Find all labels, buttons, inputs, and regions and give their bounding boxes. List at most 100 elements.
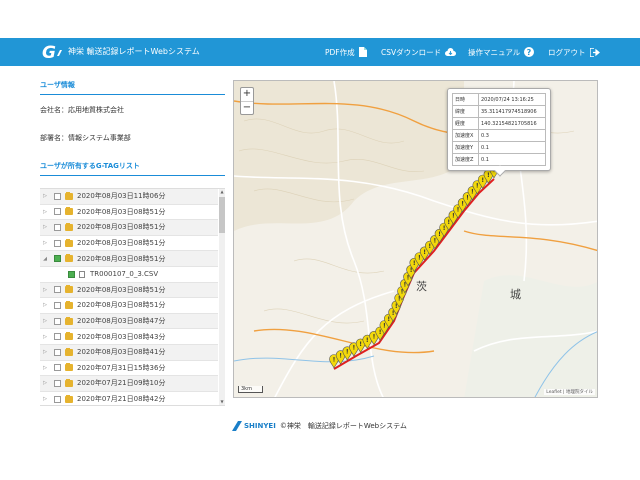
collapsed-arrow-icon[interactable]: ▷ — [40, 193, 50, 199]
svg-text:!: ! — [379, 329, 382, 336]
scroll-up-icon[interactable]: ▲ — [219, 189, 225, 195]
popup-key: 緯度 — [452, 105, 479, 118]
expanded-arrow-icon[interactable]: ◢ — [40, 256, 50, 262]
tree-scrollbar[interactable]: ▲ ▼ — [219, 189, 225, 405]
collapsed-arrow-icon[interactable]: ▷ — [40, 318, 50, 324]
collapsed-arrow-icon[interactable]: ▷ — [40, 396, 50, 402]
tag-row-label: 2020年08月03日08時51分 — [77, 285, 166, 294]
tag-tree: ▷ 2020年08月03日11時06分 ▷ 2020年08月03日08時51分 ▷ 202… — [40, 188, 225, 406]
row-checkbox[interactable] — [68, 270, 75, 278]
svg-text:!: ! — [346, 349, 349, 356]
row-checkbox[interactable] — [54, 364, 61, 372]
svg-text:!: ! — [434, 237, 437, 244]
tag-row[interactable]: ▷ 2020年08月03日08時51分 — [40, 205, 218, 221]
zoom-out-button[interactable]: − — [241, 101, 253, 114]
collapsed-arrow-icon[interactable]: ▷ — [40, 240, 50, 246]
collapsed-arrow-icon[interactable]: ▷ — [40, 349, 50, 355]
row-checkbox[interactable] — [54, 192, 61, 200]
collapsed-arrow-icon[interactable]: ▷ — [40, 334, 50, 340]
row-checkbox[interactable] — [54, 348, 61, 356]
question-icon: ? — [524, 47, 535, 57]
popup-value: 0.1 — [478, 153, 546, 166]
tag-list-title: ユーザが所有するG-TAGリスト — [40, 161, 225, 176]
footer-text: ©神栄 輸送記録レポートWebシステム — [279, 422, 407, 430]
collapsed-arrow-icon[interactable]: ▷ — [40, 287, 50, 293]
row-checkbox[interactable] — [54, 395, 61, 403]
tag-row-label: 2020年07月21日08時42分 — [77, 395, 166, 404]
svg-text:!: ! — [339, 353, 342, 360]
folder-icon — [65, 238, 73, 247]
folder-icon — [65, 363, 73, 372]
tag-row[interactable]: ▷ 2020年08月03日08時51分 — [40, 282, 218, 299]
tag-file-row[interactable]: TR000107_0_3.CSV — [40, 267, 218, 283]
tag-row[interactable]: ▷ 2020年08月03日08時51分 — [40, 298, 218, 314]
tag-row-label: 2020年08月03日08時51分 — [77, 239, 166, 248]
row-checkbox[interactable] — [54, 317, 61, 325]
folder-icon — [65, 222, 73, 231]
manual-label: 操作マニュアル — [468, 47, 521, 57]
row-checkbox[interactable] — [54, 301, 61, 309]
tag-row-label: 2020年08月03日08時51分 — [77, 207, 166, 216]
app-header: G 神栄 輸送記録レポートWebシステム PDF作成 CSVダウンロード 操作マ… — [0, 38, 640, 66]
svg-text:!: ! — [383, 323, 386, 330]
svg-text:!: ! — [461, 200, 464, 207]
popup-value: 0.1 — [478, 141, 546, 154]
folder-icon — [65, 378, 73, 387]
collapsed-arrow-icon[interactable]: ▷ — [40, 209, 50, 215]
svg-text:!: ! — [418, 255, 421, 262]
row-checkbox[interactable] — [54, 208, 61, 216]
popup-row: 加速度Z 0.1 — [452, 153, 546, 166]
row-checkbox[interactable] — [54, 379, 61, 387]
map-attribution[interactable]: Leaflet | 地理院タイル — [544, 389, 595, 395]
tag-row-label: 2020年07月31日15時36分 — [77, 363, 166, 372]
tag-row[interactable]: ▷ 2020年07月21日08時42分 — [40, 392, 218, 405]
tag-row[interactable]: ▷ 2020年08月03日08時51分 — [40, 236, 218, 252]
folder-icon — [65, 347, 73, 356]
row-checkbox[interactable] — [54, 333, 61, 341]
map-scale: 3km — [238, 386, 263, 393]
pdf-create-link[interactable]: PDF作成 — [325, 38, 367, 66]
svg-text:!: ! — [423, 249, 426, 256]
logout-link[interactable]: ログアウト — [548, 38, 600, 66]
popup-key: 日時 — [452, 93, 479, 106]
tag-row[interactable]: ▷ 2020年07月31日15時36分 — [40, 361, 218, 377]
tag-row[interactable]: ▷ 2020年08月03日08時41分 — [40, 344, 218, 361]
scroll-down-icon[interactable]: ▼ — [219, 399, 225, 405]
popup-key: 加速度X — [452, 129, 479, 142]
row-checkbox[interactable] — [54, 286, 61, 294]
svg-text:!: ! — [359, 341, 362, 348]
user-info-title: ユーザ情報 — [40, 80, 225, 95]
collapsed-arrow-icon[interactable]: ▷ — [40, 365, 50, 371]
map-view[interactable]: 茨城 !!!!!!!!!!!!!!!!!!!!!!!!!!!!!!!!!! + … — [233, 80, 598, 398]
row-checkbox[interactable] — [54, 239, 61, 247]
popup-key: 加速度Y — [452, 141, 479, 154]
tag-row[interactable]: ◢ 2020年08月03日08時51分 — [40, 251, 218, 267]
shinyei-logo-icon — [232, 421, 242, 431]
tag-row[interactable]: ▷ 2020年08月03日08時51分 — [40, 220, 218, 236]
tag-row-label: 2020年08月03日08時43分 — [77, 332, 166, 341]
popup-row: 緯度 35.311417974518906 — [452, 105, 546, 118]
csv-download-link[interactable]: CSVダウンロード — [381, 38, 457, 66]
pdf-create-label: PDF作成 — [325, 47, 355, 57]
folder-icon — [65, 285, 73, 294]
tag-row[interactable]: ▷ 2020年07月21日09時10分 — [40, 376, 218, 392]
popup-row: 経度 140.32154821705816 — [452, 117, 546, 130]
collapsed-arrow-icon[interactable]: ▷ — [40, 380, 50, 386]
collapsed-arrow-icon[interactable]: ▷ — [40, 224, 50, 230]
collapsed-arrow-icon[interactable]: ▷ — [40, 302, 50, 308]
document-icon — [358, 47, 367, 57]
zoom-in-button[interactable]: + — [241, 88, 253, 101]
tag-row[interactable]: ▷ 2020年08月03日08時43分 — [40, 329, 218, 345]
tag-row[interactable]: ▷ 2020年08月03日11時06分 — [40, 189, 218, 205]
row-checkbox[interactable] — [54, 223, 61, 231]
popup-value: 0.3 — [478, 129, 546, 142]
manual-link[interactable]: 操作マニュアル ? — [468, 38, 535, 66]
row-checkbox[interactable] — [54, 255, 61, 263]
scroll-thumb[interactable] — [219, 197, 225, 233]
tag-row[interactable]: ▷ 2020年08月03日08時47分 — [40, 313, 218, 330]
page: G 神栄 輸送記録レポートWebシステム PDF作成 CSVダウンロード 操作マ… — [0, 0, 640, 480]
svg-text:!: ! — [487, 172, 490, 179]
popup-table: 日時 2020/07/24 13:16:25 緯度 35.31141797451890… — [452, 93, 546, 166]
app-title: 神栄 輸送記録レポートWebシステム — [68, 47, 200, 56]
svg-text:!: ! — [481, 177, 484, 184]
